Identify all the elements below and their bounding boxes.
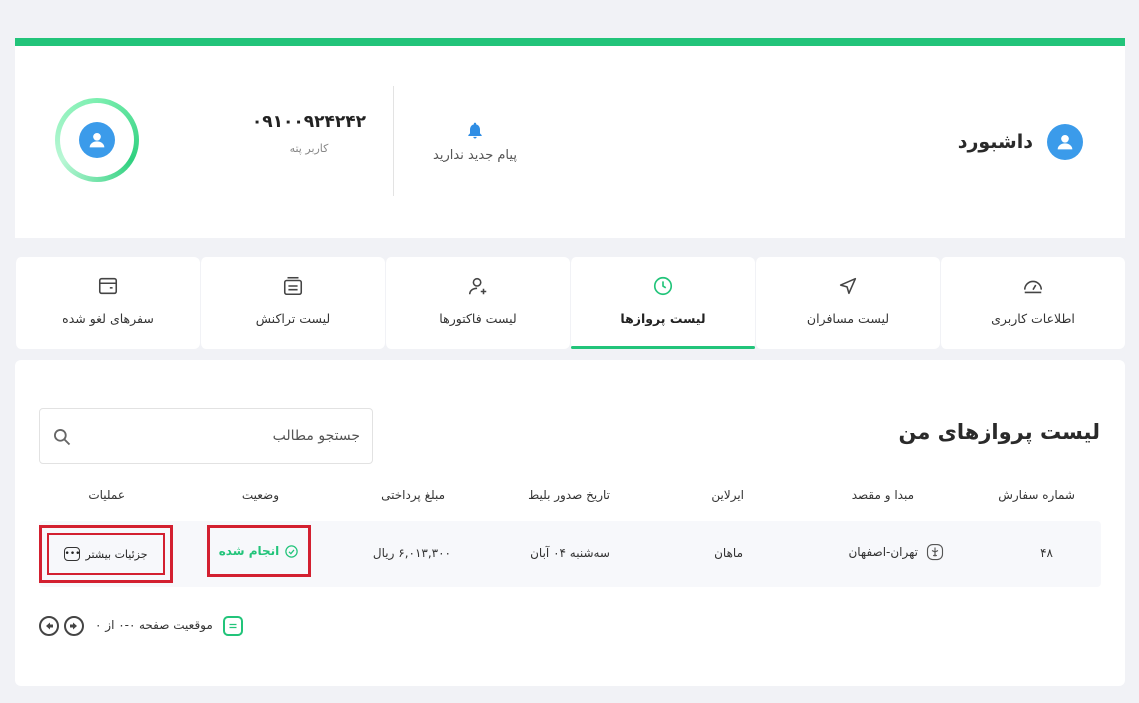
col-status: وضعیت	[241, 488, 279, 502]
dashboard-label: داشبورد	[957, 131, 1033, 153]
tab-user-info[interactable]: اطلاعات کاربری	[940, 257, 1125, 349]
header-divider	[393, 86, 394, 196]
top-accent-bar	[15, 38, 1125, 46]
search-input[interactable]	[84, 421, 360, 451]
user-info: ۰۹۱۰۰۹۲۴۲۴۲ کاربر پته	[249, 112, 369, 155]
check-circle-icon	[285, 544, 299, 558]
dashboard-tabs: اطلاعات کاربری لیست مسافران لیست پروازها…	[15, 257, 1125, 349]
col-airline: ایرلاین	[711, 488, 744, 502]
search-box	[39, 408, 373, 464]
cell-amount: ۶,۰۱۳,۳۰۰ ریال	[372, 546, 451, 560]
more-icon: •••	[64, 547, 81, 561]
bell-icon	[468, 122, 482, 139]
status-badge: انجام شده	[207, 525, 311, 577]
tab-label: سفرهای لغو شده	[62, 311, 154, 326]
col-issue-date: تاریخ صدور بلیط	[528, 488, 610, 502]
user-phone: ۰۹۱۰۰۹۲۴۲۴۲	[251, 112, 367, 132]
user-avatar-icon	[1047, 124, 1083, 160]
profile-avatar[interactable]	[55, 98, 139, 182]
tab-label: لیست مسافران	[806, 311, 890, 326]
details-button-highlight: جزئیات بیشتر •••	[39, 525, 173, 583]
flight-list-card: لیست پروازهای من شماره سفارش مبدا و مقصد…	[15, 360, 1125, 686]
tab-label: لیست پروازها	[620, 311, 706, 326]
clock-icon	[652, 273, 674, 299]
arrow-right-icon	[70, 622, 77, 630]
col-amount: مبلغ پرداختی	[381, 488, 445, 502]
airplane-icon	[926, 543, 944, 561]
user-role: کاربر پته	[289, 142, 329, 155]
prev-page-button[interactable]	[39, 616, 59, 636]
dashboard-header: داشبورد پیام جدید ندارید ۰۹۱۰۰۹۲۴۲۴۲ کار…	[15, 46, 1125, 238]
page-position-label: موقعیت صفحه	[139, 618, 213, 632]
table-header: شماره سفارش مبدا و مقصد ایرلاین تاریخ صد…	[39, 488, 1101, 508]
navigation-arrow-icon	[837, 273, 859, 299]
tab-transaction-list[interactable]: لیست تراکنش	[200, 257, 385, 349]
col-order-number: شماره سفارش	[998, 488, 1075, 502]
gauge-icon	[1022, 273, 1044, 299]
notification-text: پیام جدید ندارید	[433, 148, 517, 163]
pagination: ۰-۰ از ۰ موقعیت صفحه	[39, 615, 259, 637]
tab-cancelled-trips[interactable]: سفرهای لغو شده	[15, 257, 200, 349]
cell-order-number: ۴۸	[1040, 546, 1053, 560]
receipt-icon	[281, 273, 305, 299]
col-route: مبدا و مقصد	[851, 488, 914, 502]
search-icon[interactable]	[52, 427, 72, 447]
page-size-button[interactable]	[223, 616, 243, 636]
tab-label: اطلاعات کاربری	[991, 311, 1075, 326]
page-title: لیست پروازهای من	[898, 420, 1100, 444]
user-icon	[467, 273, 489, 299]
tab-flight-list[interactable]: لیست پروازها	[570, 257, 755, 349]
more-details-button[interactable]: جزئیات بیشتر •••	[47, 533, 165, 575]
list-icon	[229, 623, 237, 629]
status-text: انجام شده	[218, 544, 280, 558]
next-page-button[interactable]	[64, 616, 84, 636]
tab-invoice-list[interactable]: لیست فاکتورها	[385, 257, 570, 349]
card-icon	[97, 273, 119, 299]
table-row: ۴۸ تهران-اصفهان ماهان سه‌شنبه ۰۴ آبان ۶,…	[39, 521, 1101, 587]
cell-issue-date: سه‌شنبه ۰۴ آبان	[530, 546, 610, 560]
tab-label: لیست فاکتورها	[439, 311, 517, 326]
dashboard-title: داشبورد	[958, 124, 1083, 160]
notification-area[interactable]: پیام جدید ندارید	[420, 120, 530, 163]
arrow-left-icon	[46, 622, 53, 630]
cell-route: تهران-اصفهان	[848, 543, 944, 561]
route-text: تهران-اصفهان	[848, 545, 918, 559]
tab-label: لیست تراکنش	[255, 311, 331, 326]
col-actions: عملیات	[88, 488, 125, 502]
cell-airline: ماهان	[714, 546, 743, 560]
user-avatar-icon	[79, 122, 115, 158]
details-label: جزئیات بیشتر	[85, 547, 148, 561]
tab-passenger-list[interactable]: لیست مسافران	[755, 257, 940, 349]
page-range: ۰-۰ از ۰	[95, 618, 136, 632]
